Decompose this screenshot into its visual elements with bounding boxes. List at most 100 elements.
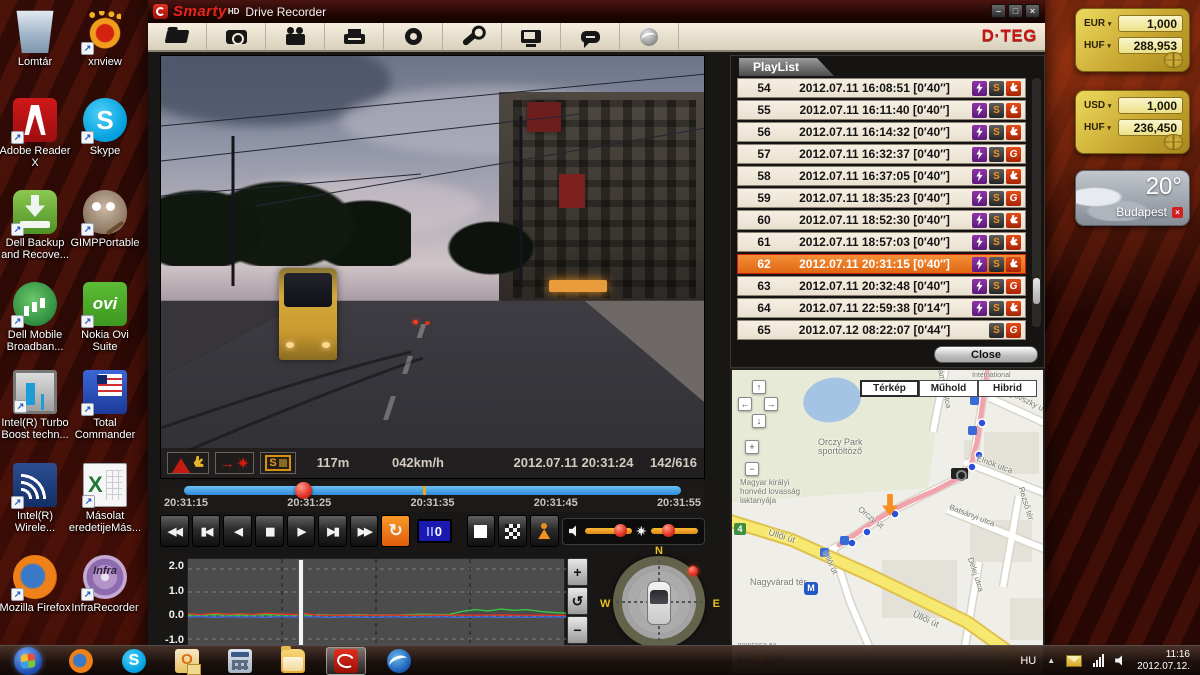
dropdown-arrow-icon[interactable]: ▾ xyxy=(1107,125,1111,132)
playlist-row[interactable]: 582012.07.11 16:37:05 [0′40″]S xyxy=(737,166,1026,186)
map-type-térkép-button[interactable]: Térkép xyxy=(860,380,919,397)
playlist-row[interactable]: 572012.07.11 16:32:37 [0′40″]SG xyxy=(737,144,1026,164)
currency-gadget-usd[interactable]: USD ▾1,000HUF ▾236,450 xyxy=(1075,90,1190,154)
taskbar-skype-button[interactable]: S xyxy=(114,647,154,675)
stop-button[interactable] xyxy=(467,515,496,547)
zoom-out-button[interactable]: − xyxy=(567,616,588,644)
pause-button[interactable]: ▮▮ xyxy=(255,515,284,547)
map-type-műhold-button[interactable]: Műhold xyxy=(919,380,978,397)
map-left-button[interactable]: ← xyxy=(738,397,752,411)
language-indicator[interactable]: HU xyxy=(1020,655,1036,667)
zoom-in-button[interactable]: + xyxy=(567,558,588,586)
timeline-tick-label: 20:31:55 xyxy=(657,497,701,509)
smarty-icon xyxy=(334,649,358,673)
rewind-button[interactable]: ◀◀ xyxy=(160,515,189,547)
desktop: Lomtár↗xnview↗Adobe ReaderXS↗Skype↗Dell … xyxy=(0,0,1200,675)
playlist-row[interactable]: 562012.07.11 16:14:32 [0′40″]S xyxy=(737,122,1026,142)
playlist-row[interactable]: 592012.07.11 18:35:23 [0′40″]SG xyxy=(737,188,1026,208)
volume-slider[interactable] xyxy=(585,528,632,534)
brightness-knob[interactable] xyxy=(662,524,675,537)
desktop-icon-infra[interactable]: Infra↗InfraRecorder xyxy=(63,555,147,614)
close-button[interactable]: × xyxy=(1025,4,1040,18)
currency-gadget-eur[interactable]: EUR ▾1,000HUF ▾288,953 xyxy=(1075,8,1190,72)
map-up-button[interactable]: ↑ xyxy=(752,380,766,394)
playlist-row[interactable]: 632012.07.11 20:32:48 [0′40″]SG xyxy=(737,276,1026,296)
dropdown-arrow-icon[interactable]: ▾ xyxy=(1108,103,1112,110)
video-icon xyxy=(286,34,305,45)
minimize-button[interactable]: – xyxy=(991,4,1006,18)
map-right-button[interactable]: → xyxy=(764,397,778,411)
toolbar-display-button[interactable] xyxy=(502,23,561,50)
taskbar-calc-button[interactable] xyxy=(220,647,260,675)
playlist-row[interactable]: 542012.07.11 16:08:51 [0′40″]S xyxy=(737,78,1026,98)
desktop-icon-ovi[interactable]: ovi↗Nokia OviSuite xyxy=(63,282,147,353)
app-window[interactable]: Smarty HD Drive Recorder –□× D·TEG xyxy=(148,0,1045,675)
dropdown-arrow-icon[interactable]: ▾ xyxy=(1108,21,1112,28)
compass-car-icon xyxy=(647,581,671,625)
driver-button[interactable] xyxy=(530,515,559,547)
mail-tray-icon[interactable] xyxy=(1066,655,1082,667)
brightness-slider[interactable] xyxy=(651,528,698,534)
volume-knob[interactable] xyxy=(614,524,627,537)
desktop-icon-skype[interactable]: S↗Skype xyxy=(63,98,147,157)
playlist-row[interactable]: 642012.07.11 22:59:38 [0′14″]S xyxy=(737,298,1026,318)
taskbar-folder-button[interactable] xyxy=(273,647,313,675)
close-button[interactable]: Close xyxy=(934,346,1038,363)
playlist-tab[interactable]: PlayList xyxy=(739,58,834,76)
taskbar-outlook-button[interactable]: O xyxy=(167,647,207,675)
go-end-button[interactable]: ▶▮ xyxy=(318,515,347,547)
map-type-hibrid-button[interactable]: Hibrid xyxy=(978,380,1037,397)
graph-cursor[interactable] xyxy=(298,559,304,647)
playlist-scrollbar[interactable] xyxy=(1032,78,1041,327)
seek-track[interactable] xyxy=(184,486,681,495)
go-start-button[interactable]: ▮◀ xyxy=(192,515,221,547)
desktop-icon-xnview[interactable]: ↗xnview xyxy=(63,9,147,68)
graph-plot[interactable] xyxy=(187,558,565,648)
map-panel[interactable]: Orczy ParksportöltözőMagyar királyihonvé… xyxy=(730,368,1045,675)
mosaic-button[interactable] xyxy=(498,515,527,547)
volume-tray-icon[interactable] xyxy=(1115,655,1126,666)
video-viewport[interactable]: → S 117m 042km/h 2012.07.11 20:31:24 142… xyxy=(160,55,705,479)
play-button[interactable]: ▶ xyxy=(287,515,316,547)
playlist-row-time: 2012.07.11 16:14:32 [0′40″] xyxy=(790,125,959,139)
repeat-button[interactable]: ↻ xyxy=(381,515,410,547)
tray-expand-icon[interactable]: ▲ xyxy=(1047,656,1055,665)
dropdown-arrow-icon[interactable]: ▾ xyxy=(1107,43,1111,50)
toolbar-chat-button[interactable] xyxy=(561,23,620,50)
taskbar-start-button[interactable] xyxy=(8,647,48,675)
taskbar-earth-button[interactable] xyxy=(379,647,419,675)
toolbar-print-button[interactable] xyxy=(325,23,384,50)
desktop-icon-gimp[interactable]: ↗GIMPPortable xyxy=(63,190,147,249)
map-zoom-out-button[interactable]: − xyxy=(745,462,759,476)
hand-icon xyxy=(1006,169,1021,184)
toolbar-snapshot-button[interactable] xyxy=(207,23,266,50)
playlist-row[interactable]: 622012.07.11 20:31:15 [0′40″]S xyxy=(737,254,1026,274)
taskbar-firefox-button[interactable] xyxy=(61,647,101,675)
playlist-row[interactable]: 602012.07.11 18:52:30 [0′40″]S xyxy=(737,210,1026,230)
taskbar-smarty-button[interactable] xyxy=(326,647,366,675)
toolbar-wrench-button[interactable] xyxy=(443,23,502,50)
map-down-button[interactable]: ↓ xyxy=(752,414,766,428)
desktop-icon-excel[interactable]: X↗MásolateredetijeMás... xyxy=(63,463,147,534)
scrollbar-thumb[interactable] xyxy=(1033,278,1040,304)
app-titlebar[interactable]: Smarty HD Drive Recorder –□× xyxy=(148,0,1045,23)
playlist-row[interactable]: 612012.07.11 18:57:03 [0′40″]S xyxy=(737,232,1026,252)
seek-timeline[interactable]: 20:31:1520:31:2520:31:3520:31:4520:31:55 xyxy=(160,481,705,512)
desktop-icon-totalcmd[interactable]: ↗TotalCommander xyxy=(63,370,147,441)
toolbar-video-button[interactable] xyxy=(266,23,325,50)
reset-button[interactable]: ↺ xyxy=(567,587,588,615)
fast-forward-button[interactable]: ▶▶ xyxy=(350,515,379,547)
video-osd-bar: → S 117m 042km/h 2012.07.11 20:31:24 142… xyxy=(161,448,704,478)
playlist-row[interactable]: 552012.07.11 16:11:40 [0′40″]S xyxy=(737,100,1026,120)
toolbar-open-button[interactable] xyxy=(148,23,207,50)
network-signal-icon[interactable] xyxy=(1093,654,1104,667)
map-zoom-in-button[interactable]: + xyxy=(745,440,759,454)
playlist-row[interactable]: 652012.07.12 08:22:07 [0′44″]SG xyxy=(737,320,1026,340)
step-back-button[interactable]: ◀ xyxy=(223,515,252,547)
toolbar-globe-button[interactable] xyxy=(620,23,679,50)
maximize-button[interactable]: □ xyxy=(1008,4,1023,18)
toolbar-disc-button[interactable] xyxy=(384,23,443,50)
infra-icon: Infra↗ xyxy=(83,555,127,599)
clock[interactable]: 11:16 2012.07.12. xyxy=(1137,649,1190,673)
weather-gadget[interactable]: 20°Budapest× xyxy=(1075,170,1190,226)
